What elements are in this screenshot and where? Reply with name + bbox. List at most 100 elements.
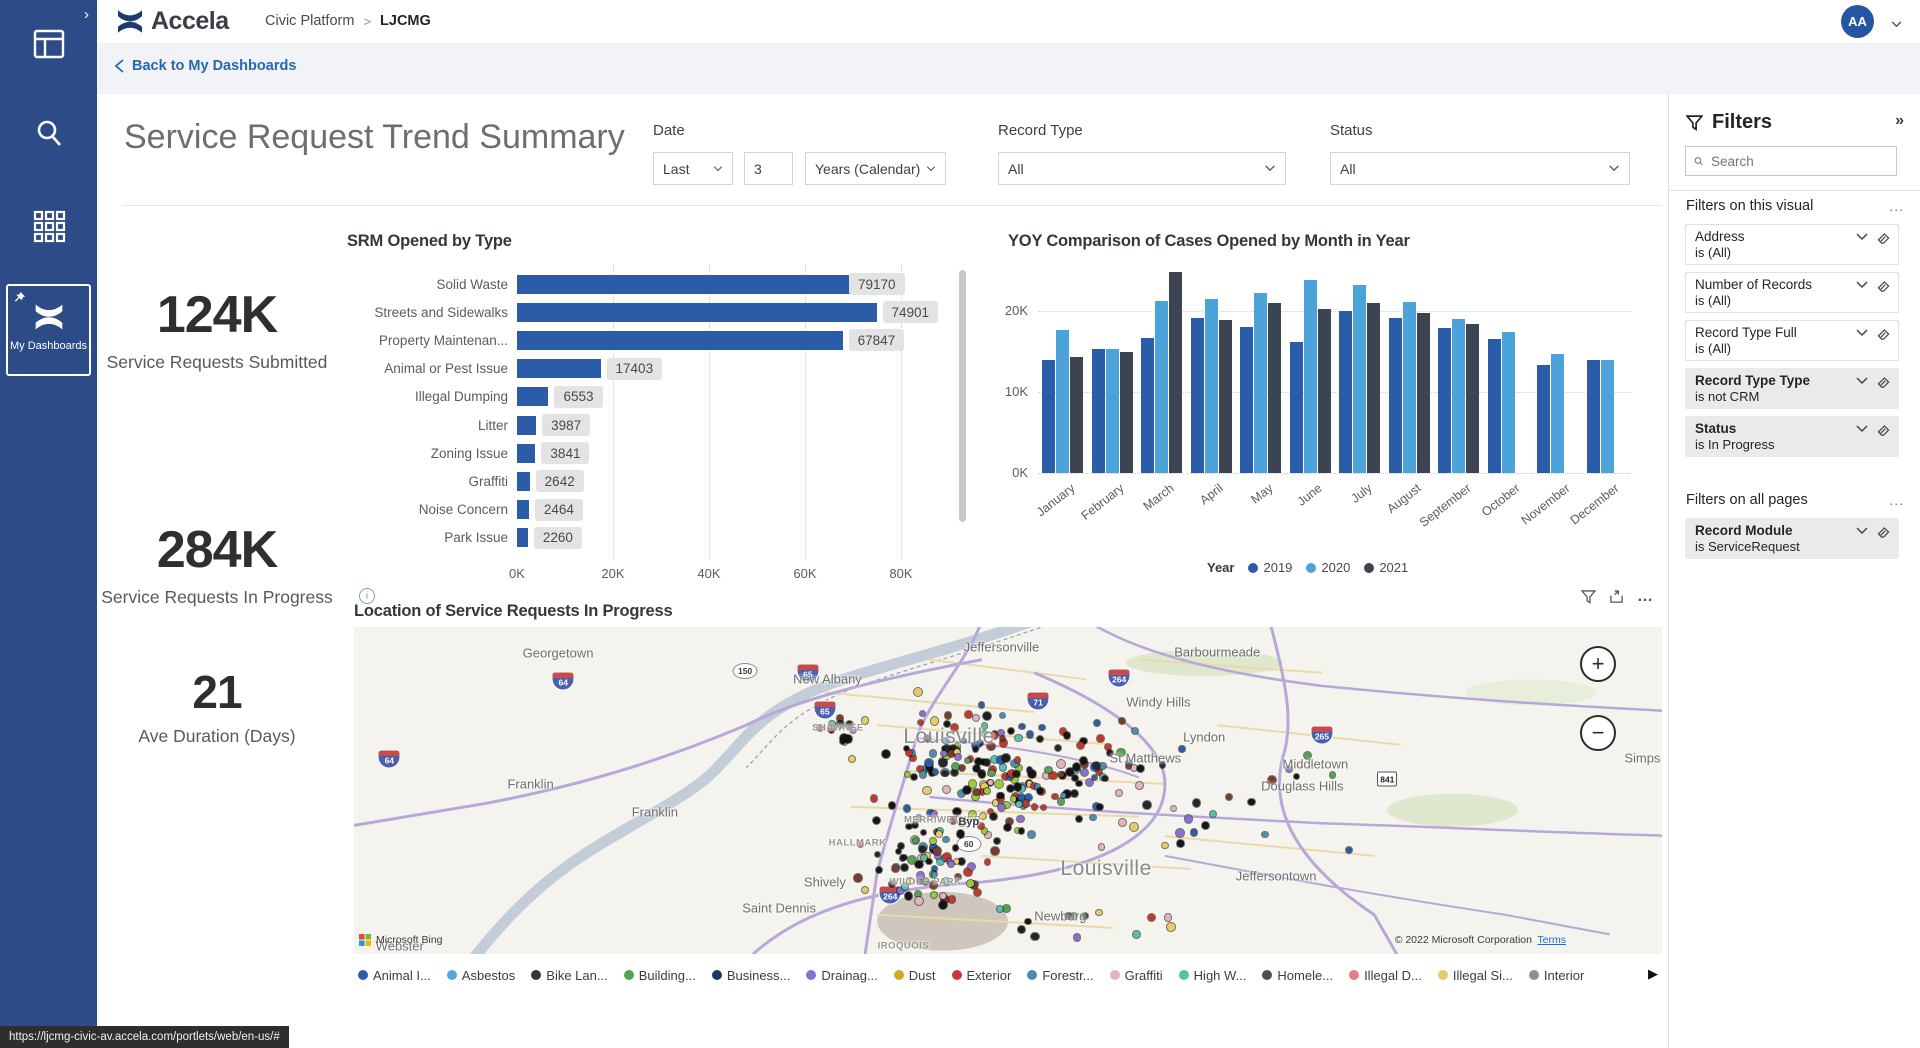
terms-link[interactable]: Terms — [1537, 934, 1566, 946]
column-bar[interactable] — [1339, 311, 1352, 473]
map-data-point[interactable] — [1015, 801, 1022, 807]
map-data-point[interactable] — [1118, 818, 1126, 826]
map-data-point[interactable] — [1130, 765, 1137, 772]
map-data-point[interactable] — [1013, 783, 1022, 791]
bar[interactable] — [517, 500, 529, 520]
bar[interactable] — [517, 330, 843, 350]
section-more-options-icon[interactable]: ... — [1889, 492, 1904, 508]
column-bar[interactable] — [1537, 365, 1550, 473]
legend-item[interactable]: 2019 — [1248, 560, 1292, 575]
bar[interactable] — [517, 359, 601, 379]
column-bar[interactable] — [1218, 319, 1232, 473]
map-data-point[interactable] — [1017, 815, 1024, 823]
map-data-point[interactable] — [1073, 934, 1081, 941]
chevron-down-icon[interactable] — [1856, 329, 1868, 337]
map-data-point[interactable] — [889, 802, 896, 809]
column-bar[interactable] — [1303, 280, 1317, 473]
map-data-point[interactable] — [1080, 769, 1088, 777]
map-data-point[interactable] — [1177, 840, 1184, 847]
map-data-point[interactable] — [1057, 797, 1065, 805]
map-data-point[interactable] — [914, 860, 923, 869]
column-bar[interactable] — [1487, 338, 1501, 473]
map-data-point[interactable] — [1080, 757, 1087, 765]
map-data-point[interactable] — [906, 750, 912, 756]
map-data-point[interactable] — [1346, 847, 1352, 853]
map-data-point[interactable] — [978, 701, 985, 708]
map-data-point[interactable] — [1015, 734, 1022, 741]
map-data-point[interactable] — [1025, 918, 1031, 924]
filter-card[interactable]: Status is In Progress — [1685, 416, 1899, 457]
column-bar[interactable] — [1169, 272, 1182, 473]
column-bar[interactable] — [1367, 302, 1380, 473]
date-number-input[interactable]: 3 — [744, 152, 793, 185]
map-data-point[interactable] — [1131, 727, 1138, 735]
map-data-point[interactable] — [973, 714, 980, 721]
map-data-point[interactable] — [1056, 759, 1065, 768]
legend-item[interactable]: Drainag... — [806, 968, 878, 983]
map-data-point[interactable] — [910, 755, 916, 761]
legend-item[interactable]: Interior — [1528, 968, 1584, 983]
map-data-point[interactable] — [854, 873, 862, 882]
map-data-point[interactable] — [1175, 829, 1184, 838]
breadcrumb-section[interactable]: Civic Platform — [265, 13, 354, 29]
map-data-point[interactable] — [984, 859, 991, 865]
back-to-dashboards-link[interactable]: Back to My Dashboards — [115, 58, 296, 74]
apps-grid-icon[interactable] — [31, 208, 67, 249]
map-zoom-out-button[interactable]: − — [1580, 715, 1616, 751]
map-data-point[interactable] — [1130, 822, 1139, 831]
legend-next-arrow[interactable]: ▶ — [1648, 966, 1658, 982]
map-data-point[interactable] — [998, 730, 1004, 736]
legend-item[interactable]: Business... — [711, 968, 790, 983]
map-data-point[interactable] — [839, 738, 845, 745]
eraser-icon[interactable] — [1877, 425, 1890, 437]
eraser-icon[interactable] — [1877, 329, 1890, 341]
column-bar[interactable] — [1268, 302, 1281, 473]
map-data-point[interactable] — [912, 837, 918, 843]
map-data-point[interactable] — [965, 711, 972, 718]
map-data-point[interactable] — [1049, 771, 1057, 779]
map-data-point[interactable] — [1225, 793, 1233, 800]
map-data-point[interactable] — [921, 854, 928, 861]
map-data-point[interactable] — [1064, 732, 1071, 739]
map-data-point[interactable] — [933, 847, 941, 855]
map-data-point[interactable] — [959, 764, 965, 771]
bar[interactable] — [517, 387, 549, 407]
map-data-point[interactable] — [1022, 800, 1030, 807]
bar[interactable] — [517, 443, 536, 463]
chevron-down-icon[interactable] — [1856, 527, 1868, 535]
map-data-point[interactable] — [1171, 805, 1177, 811]
layout-icon[interactable] — [31, 26, 67, 67]
map-data-point[interactable] — [995, 779, 1004, 788]
map-data-point[interactable] — [1096, 734, 1104, 742]
map-data-point[interactable] — [1133, 931, 1140, 938]
legend-item[interactable]: Forestr... — [1027, 968, 1094, 983]
column-bar[interactable] — [1091, 349, 1105, 473]
column-bar[interactable] — [1388, 318, 1402, 473]
column-bar[interactable] — [1240, 327, 1253, 473]
legend-item[interactable]: Building... — [623, 968, 696, 983]
legend-item[interactable]: Homele... — [1262, 968, 1333, 983]
map-data-point[interactable] — [898, 843, 904, 850]
map-data-point[interactable] — [1085, 778, 1094, 787]
map-data-point[interactable] — [967, 879, 975, 887]
map-data-point[interactable] — [964, 757, 970, 764]
bar[interactable] — [517, 415, 537, 435]
map-data-point[interactable] — [987, 769, 995, 777]
column-bar[interactable] — [1204, 298, 1218, 473]
column-bar[interactable] — [1190, 318, 1204, 473]
map-data-point[interactable] — [1060, 793, 1066, 799]
map-data-point[interactable] — [956, 830, 964, 838]
map-data-point[interactable] — [901, 864, 908, 871]
column-bar[interactable] — [1600, 359, 1614, 473]
column-bar[interactable] — [1155, 301, 1168, 473]
map-data-point[interactable] — [925, 759, 933, 767]
column-bar[interactable] — [1586, 359, 1600, 473]
map-data-point[interactable] — [1190, 829, 1197, 836]
legend-item[interactable]: Graffiti — [1109, 968, 1163, 983]
map-data-point[interactable] — [1093, 761, 1101, 769]
legend-item[interactable]: 2021 — [1364, 560, 1408, 575]
map-data-point[interactable] — [991, 847, 999, 856]
map-data-point[interactable] — [1026, 767, 1032, 773]
column-bar[interactable] — [1056, 330, 1069, 473]
map-data-point[interactable] — [1045, 766, 1052, 774]
